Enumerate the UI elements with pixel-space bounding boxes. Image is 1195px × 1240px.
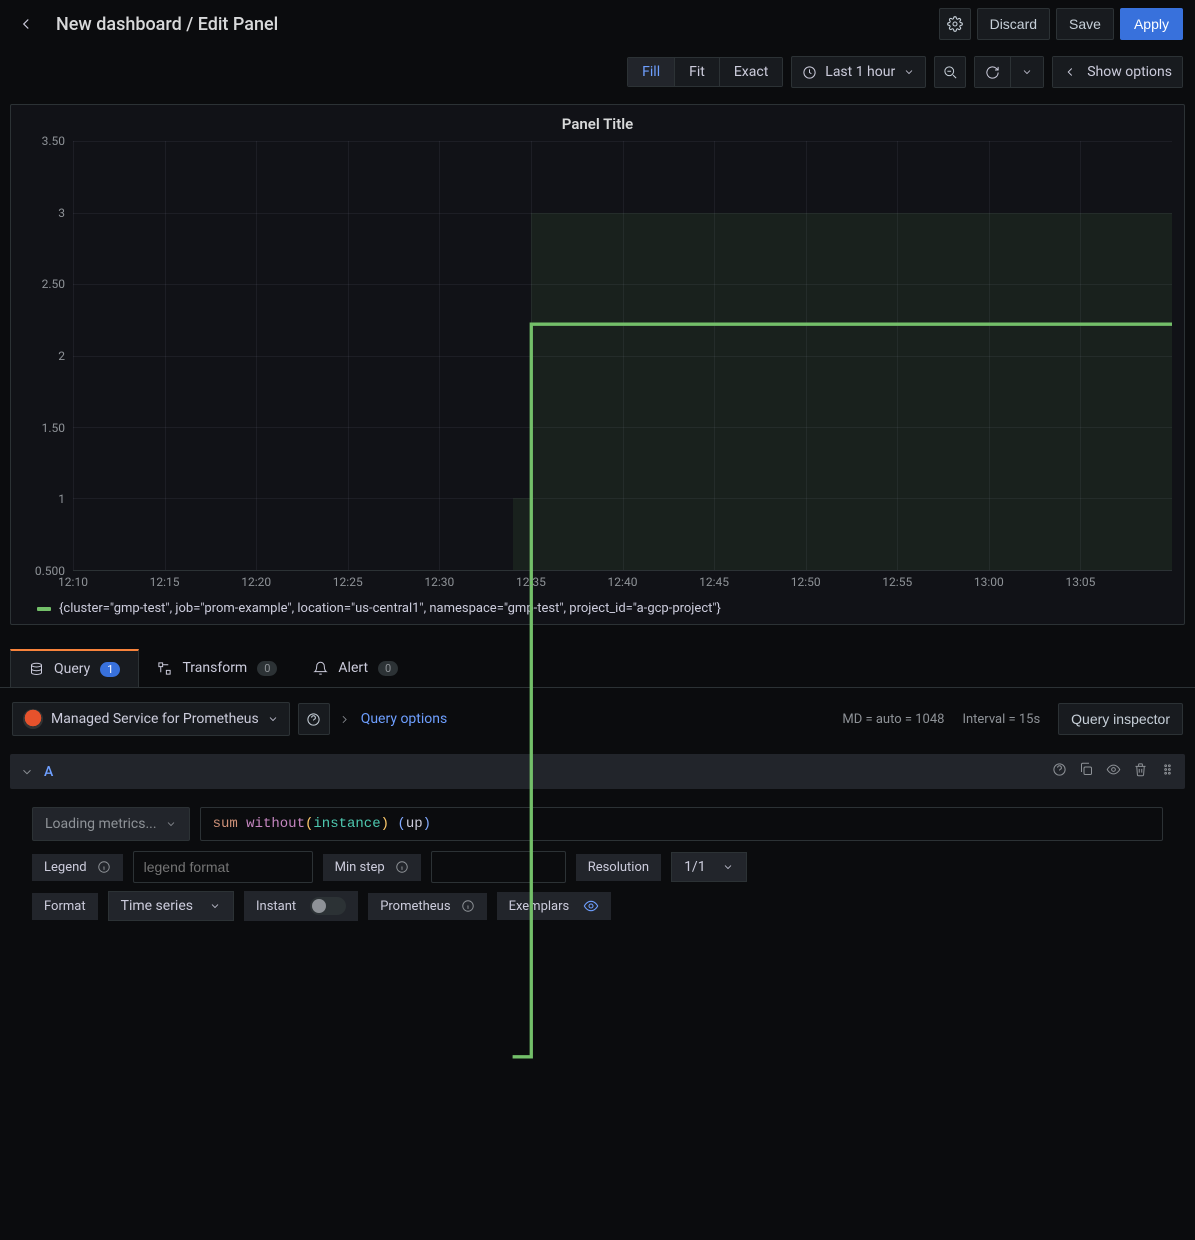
info-icon <box>97 860 111 874</box>
interval-info: Interval = 15s <box>962 712 1040 727</box>
instant-field: Instant <box>244 891 358 921</box>
chevron-right-icon <box>338 713 351 726</box>
info-icon <box>395 860 409 874</box>
chart-plot-area[interactable] <box>73 141 1172 571</box>
md-info: MD = auto = 1048 <box>842 712 944 727</box>
chevron-left-icon <box>1063 65 1077 79</box>
datasource-picker[interactable]: Managed Service for Prometheus <box>12 702 290 736</box>
settings-button[interactable] <box>939 8 971 40</box>
query-options-link[interactable]: Query options <box>361 711 448 727</box>
panel-title: Panel Title <box>23 115 1172 133</box>
legend-field-label: Legend <box>32 854 123 881</box>
copy-query-button[interactable] <box>1079 762 1094 781</box>
refresh-interval-dropdown[interactable] <box>1010 57 1043 87</box>
instant-toggle[interactable] <box>310 897 346 915</box>
format-field-label: Format <box>32 893 98 920</box>
apply-button[interactable]: Apply <box>1120 8 1183 40</box>
show-options-toggle[interactable]: Show options <box>1053 57 1182 87</box>
view-mode-group: Fill Fit Exact <box>627 57 783 87</box>
resolution-select[interactable]: 1/1 <box>671 852 747 882</box>
legend-format-input[interactable] <box>133 851 313 883</box>
panel: Panel Title 3.50 3 2.50 2 1.50 1 0.500 <box>10 104 1185 625</box>
datasource-help-button[interactable] <box>298 703 330 735</box>
save-button[interactable]: Save <box>1056 8 1114 40</box>
promql-query-input[interactable]: sum without(instance) (up) <box>200 807 1163 841</box>
chevron-down-icon <box>209 900 221 912</box>
tab-alert[interactable]: Alert 0 <box>295 649 416 687</box>
metrics-browser[interactable]: Loading metrics... <box>32 807 190 841</box>
chevron-down-icon <box>903 66 915 78</box>
back-button[interactable] <box>12 10 40 38</box>
legend-label: {cluster="gmp-test", job="prom-example",… <box>59 601 721 616</box>
info-icon <box>461 899 475 913</box>
time-range-picker[interactable]: Last 1 hour <box>791 56 926 88</box>
database-icon <box>29 662 44 677</box>
eye-icon[interactable] <box>583 898 599 914</box>
discard-button[interactable]: Discard <box>977 8 1050 40</box>
query-inspector-button[interactable]: Query inspector <box>1058 703 1183 735</box>
query-help-button[interactable] <box>1052 762 1067 781</box>
clock-icon <box>802 65 817 80</box>
refresh-button[interactable] <box>975 57 1010 87</box>
chart-legend[interactable]: {cluster="gmp-test", job="prom-example",… <box>23 601 1172 616</box>
query-ref-id: A <box>44 764 53 780</box>
prometheus-field-label: Prometheus <box>368 893 486 920</box>
exemplars-field: Exemplars <box>497 892 612 920</box>
chevron-down-icon <box>722 861 734 873</box>
bell-icon <box>313 661 328 676</box>
fill-tab[interactable]: Fill <box>628 58 674 86</box>
resolution-field-label: Resolution <box>576 854 661 881</box>
exact-tab[interactable]: Exact <box>719 58 782 86</box>
y-axis: 3.50 3 2.50 2 1.50 1 0.500 <box>23 141 73 571</box>
show-options-label: Show options <box>1087 64 1172 80</box>
prometheus-logo-icon <box>23 709 43 729</box>
page-title: New dashboard / Edit Panel <box>56 14 278 35</box>
toggle-visibility-button[interactable] <box>1106 762 1121 781</box>
tab-query[interactable]: Query 1 <box>10 649 139 687</box>
zoom-out-button[interactable] <box>934 56 966 88</box>
minstep-input[interactable] <box>431 851 566 883</box>
minstep-field-label: Min step <box>323 854 421 881</box>
transform-icon <box>157 661 172 676</box>
chevron-down-icon <box>267 713 279 725</box>
delete-query-button[interactable] <box>1133 762 1148 781</box>
format-select[interactable]: Time series <box>108 891 234 921</box>
chevron-down-icon <box>20 765 34 779</box>
legend-color-swatch <box>37 607 51 611</box>
tab-transform[interactable]: Transform 0 <box>139 649 295 687</box>
time-range-label: Last 1 hour <box>825 64 895 80</box>
chevron-down-icon <box>165 818 177 830</box>
fit-tab[interactable]: Fit <box>674 58 719 86</box>
drag-handle[interactable] <box>1160 762 1175 781</box>
query-row-header[interactable]: A <box>10 754 1185 789</box>
x-axis: 12:10 12:15 12:20 12:25 12:30 12:35 12:4… <box>73 571 1172 595</box>
